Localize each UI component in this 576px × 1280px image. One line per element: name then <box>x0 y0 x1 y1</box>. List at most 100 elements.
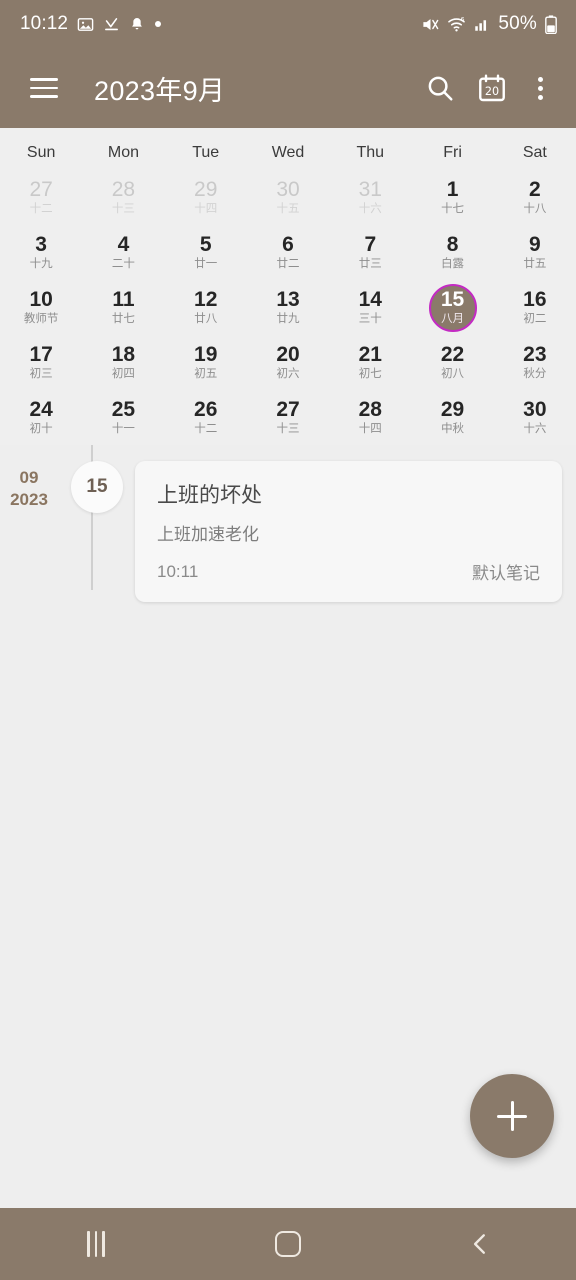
day-cell-12[interactable]: 12 廿八 <box>165 280 247 335</box>
day-cell-24[interactable]: 24 初十 <box>0 390 82 445</box>
day-number: 11 <box>112 288 135 311</box>
day-lunar-label: 廿三 <box>358 258 382 270</box>
day-lunar-label: 初四 <box>111 368 135 380</box>
day-cell-13[interactable]: 13 廿九 <box>247 280 329 335</box>
event-card[interactable]: 上班的坏处 上班加速老化 10:11 默认笔记 <box>135 461 562 602</box>
day-cell-25[interactable]: 25 十一 <box>82 390 164 445</box>
day-number: 6 <box>282 233 294 256</box>
day-cell-11[interactable]: 11 廿七 <box>82 280 164 335</box>
day-lunar-label: 初八 <box>441 368 465 380</box>
calendar-week-row: 10 教师节 11 廿七 12 廿八 13 廿九 14 三十 15 八月 16 初二 <box>0 280 576 335</box>
day-number: 15 <box>440 288 465 311</box>
day-cell-18[interactable]: 18 初四 <box>82 335 164 390</box>
day-lunar-label: 十四 <box>194 203 218 215</box>
agenda-row: 09 2023 15 上班的坏处 上班加速老化 10:11 默认笔记 <box>0 455 576 602</box>
day-cell-14[interactable]: 14 三十 <box>329 280 411 335</box>
day-cell-31[interactable]: 31 十六 <box>329 170 411 225</box>
day-cell-2[interactable]: 2 十八 <box>494 170 576 225</box>
recents-icon[interactable] <box>0 1208 192 1280</box>
day-cell-1[interactable]: 1 十七 <box>411 170 493 225</box>
day-cell-29[interactable]: 29 十四 <box>165 170 247 225</box>
event-title: 上班的坏处 <box>157 484 262 507</box>
day-cell-27[interactable]: 27 十二 <box>0 170 82 225</box>
day-lunar-label: 廿二 <box>276 258 300 270</box>
weekday-label-tue: Tue <box>192 144 220 161</box>
day-lunar-label: 十五 <box>276 203 300 215</box>
weekday-label-wed: Wed <box>271 144 305 161</box>
back-icon[interactable] <box>384 1208 576 1280</box>
event-footer: 10:11 默认笔记 <box>157 559 540 584</box>
day-number: 19 <box>194 343 218 366</box>
day-number: 27 <box>276 398 300 421</box>
day-cell-8[interactable]: 8 白露 <box>411 225 493 280</box>
calendar-week-row: 3 十九 4 二十 5 廿一 6 廿二 7 廿三 8 白露 9 廿五 <box>0 225 576 280</box>
calendar-week-row: 17 初三 18 初四 19 初五 20 初六 21 初七 22 初八 23 秋分 <box>0 335 576 390</box>
status-bar-right: 6 50% <box>421 13 558 35</box>
day-cell-16[interactable]: 16 初二 <box>494 280 576 335</box>
overflow-menu-icon[interactable] <box>518 62 562 114</box>
day-number: 22 <box>440 343 465 366</box>
add-button[interactable] <box>470 1074 554 1158</box>
dot-indicator-icon <box>154 20 162 28</box>
day-cell-20[interactable]: 20 初六 <box>247 335 329 390</box>
day-cell-19[interactable]: 19 初五 <box>165 335 247 390</box>
bell-icon <box>129 16 145 32</box>
day-cell-3[interactable]: 3 十九 <box>0 225 82 280</box>
home-icon[interactable] <box>192 1208 384 1280</box>
day-lunar-label: 教师节 <box>23 313 59 325</box>
day-cell-23[interactable]: 23 秋分 <box>494 335 576 390</box>
day-cell-28[interactable]: 28 十四 <box>329 390 411 445</box>
day-cell-22[interactable]: 22 初八 <box>411 335 493 390</box>
day-cell-4[interactable]: 4 二十 <box>82 225 164 280</box>
weekday-label-fri: Fri <box>443 144 462 161</box>
day-lunar-label: 廿一 <box>194 258 218 270</box>
day-number: 1 <box>446 178 459 201</box>
day-cell-27[interactable]: 27 十三 <box>247 390 329 445</box>
day-lunar-label: 白露 <box>441 258 465 270</box>
day-cell-26[interactable]: 26 十二 <box>165 390 247 445</box>
day-lunar-label: 八月 <box>441 313 465 325</box>
hamburger-icon[interactable] <box>22 66 66 110</box>
day-lunar-label: 廿八 <box>194 313 218 325</box>
day-lunar-label: 十六 <box>523 423 547 435</box>
day-lunar-label: 廿九 <box>276 313 300 325</box>
day-lunar-label: 初三 <box>29 368 53 380</box>
day-lunar-label: 初七 <box>358 368 382 380</box>
day-number: 29 <box>440 398 465 421</box>
day-cell-30[interactable]: 30 十六 <box>494 390 576 445</box>
day-cell-6[interactable]: 6 廿二 <box>247 225 329 280</box>
agenda-day-bubble[interactable]: 15 <box>71 461 123 513</box>
day-cell-28[interactable]: 28 十三 <box>82 170 164 225</box>
day-number: 30 <box>276 178 300 201</box>
day-cell-5[interactable]: 5 廿一 <box>165 225 247 280</box>
calendar-today-icon[interactable]: 20 <box>466 62 518 114</box>
day-cell-30[interactable]: 30 十五 <box>247 170 329 225</box>
calendar-weeks: 27 十二 28 十三 29 十四 30 十五 31 十六 1 十七 2 十八 3 十九 4 二十 5 廿一 6 廿二 7 廿… <box>0 170 576 445</box>
day-number: 8 <box>446 233 459 256</box>
weekday-label-mon: Mon <box>107 144 139 161</box>
day-lunar-label: 十一 <box>111 423 135 435</box>
day-cell-21[interactable]: 21 初七 <box>329 335 411 390</box>
day-cell-15[interactable]: 15 八月 <box>411 280 493 335</box>
day-lunar-label: 十八 <box>523 203 547 215</box>
calendar-week-row: 24 初十 25 十一 26 十二 27 十三 28 十四 29 中秋 30 十六 <box>0 390 576 445</box>
agenda-year-label: 2023 <box>10 490 48 509</box>
agenda-month-year: 09 2023 <box>0 455 58 511</box>
svg-text:6: 6 <box>461 16 465 23</box>
day-cell-29[interactable]: 29 中秋 <box>411 390 493 445</box>
day-lunar-label: 十三 <box>276 423 300 435</box>
recents-glyph <box>87 1231 105 1257</box>
day-cell-10[interactable]: 10 教师节 <box>0 280 82 335</box>
day-cell-7[interactable]: 7 廿三 <box>329 225 411 280</box>
overflow-dots <box>537 76 543 100</box>
day-lunar-label: 中秋 <box>441 423 465 435</box>
day-number: 21 <box>358 343 382 366</box>
weekday-label-thu: Thu <box>356 144 385 161</box>
day-cell-9[interactable]: 9 廿五 <box>494 225 576 280</box>
search-icon[interactable] <box>414 62 466 114</box>
agenda-section: 09 2023 15 上班的坏处 上班加速老化 10:11 默认笔记 <box>0 445 576 602</box>
day-number: 29 <box>194 178 218 201</box>
day-lunar-label: 十六 <box>358 203 382 215</box>
day-lunar-label: 十九 <box>29 258 53 270</box>
day-cell-17[interactable]: 17 初三 <box>0 335 82 390</box>
